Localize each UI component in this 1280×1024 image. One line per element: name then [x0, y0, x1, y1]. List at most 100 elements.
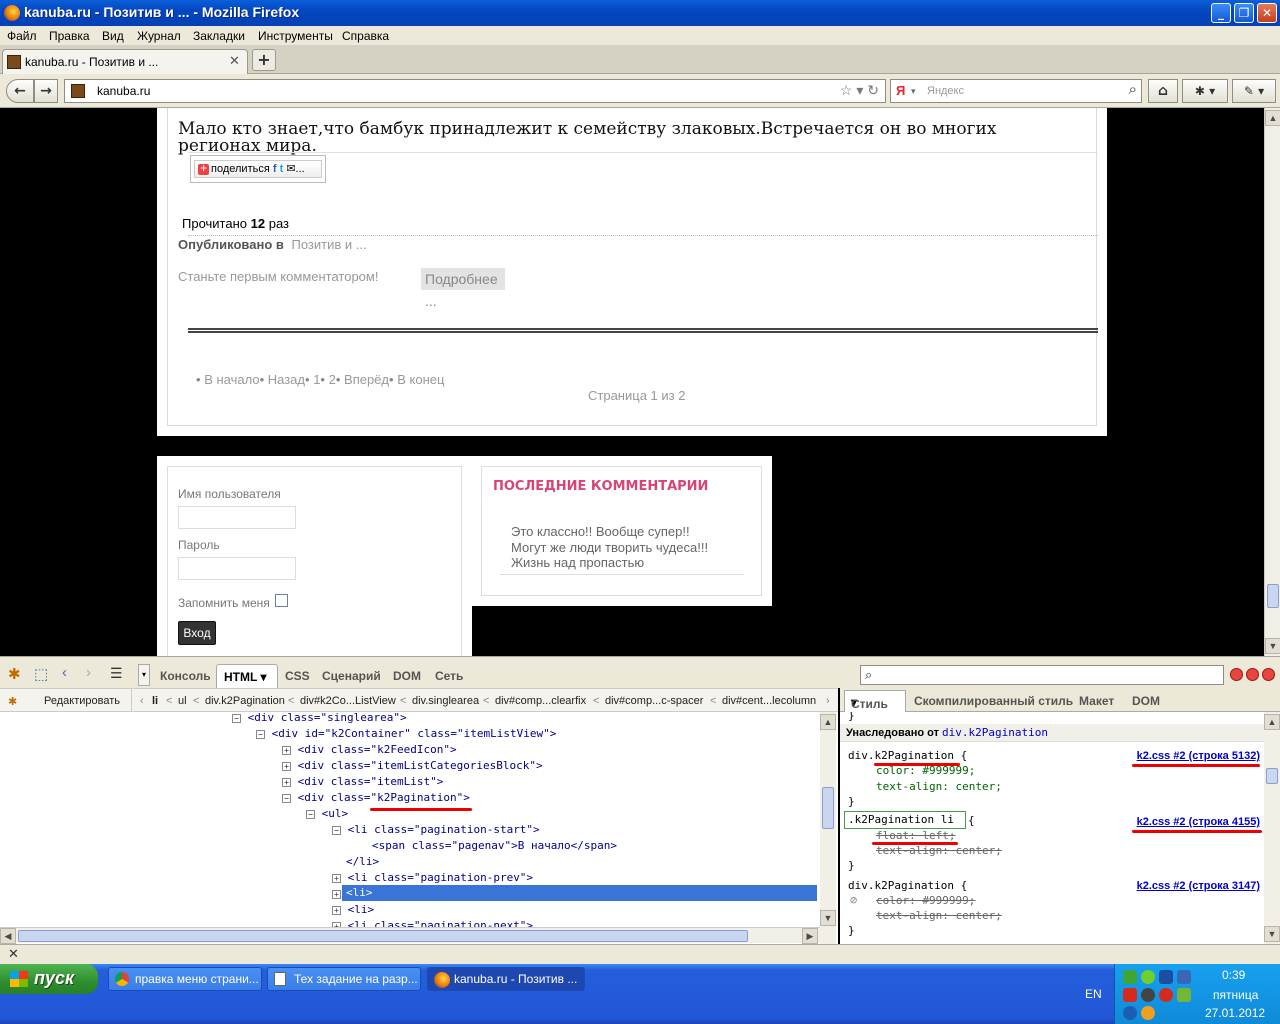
tree-node[interactable]: − <div class="singlearea">: [232, 712, 407, 726]
maximize-button[interactable]: ❐: [1234, 3, 1254, 23]
rule-selector-box[interactable]: .k2Pagination li: [844, 811, 966, 829]
username-field[interactable]: [178, 506, 296, 529]
first-comment-link[interactable]: Станьте первым комментатором!: [178, 269, 378, 284]
firebug-detach-icon[interactable]: [1246, 668, 1259, 681]
breadcrumb-item[interactable]: div.k2Pagination: [205, 695, 285, 707]
tree-node[interactable]: − <div id="k2Container" class="itemListV…: [256, 726, 556, 742]
taskbar-item[interactable]: правка меню страни...: [108, 967, 262, 991]
dropdown-icon[interactable]: ▾: [138, 664, 150, 686]
clock-time[interactable]: 0:39: [1222, 968, 1245, 982]
breadcrumb-item[interactable]: div#comp...clearfix: [495, 695, 586, 707]
browser-tab[interactable]: kanuba.ru - Позитив и ... ✕: [2, 49, 248, 74]
firebug-bug-icon[interactable]: ✱: [8, 665, 21, 683]
tab-layout[interactable]: Макет: [1079, 694, 1114, 708]
tree-node[interactable]: − <li class="pagination-start">: [332, 822, 540, 838]
share-widget[interactable]: + поделиться f t ✉...: [190, 155, 326, 183]
page-scrollbar[interactable]: ▲ ▼: [1264, 108, 1280, 656]
breadcrumb-item[interactable]: div#cent...lecolumn: [722, 695, 816, 707]
tab-script[interactable]: Сценарий: [322, 669, 381, 683]
taskbar-item[interactable]: Тех задание на разр...: [267, 967, 421, 991]
rule-selector[interactable]: div.k2Pagination {: [848, 748, 967, 764]
tools-button[interactable]: ✎ ▾: [1232, 79, 1276, 103]
tab-style[interactable]: Стиль ▾: [844, 690, 906, 712]
menu-edit[interactable]: Правка: [49, 29, 90, 43]
gear-icon[interactable]: [1141, 970, 1155, 984]
nvidia-icon[interactable]: [1177, 988, 1191, 1002]
power-icon[interactable]: [1123, 1006, 1137, 1020]
selected-tree-node[interactable]: <li>: [342, 885, 817, 901]
tree-node[interactable]: + <li class="pagination-prev">: [332, 870, 533, 886]
search-icon[interactable]: ⌕: [1129, 81, 1137, 98]
menu-bookmarks[interactable]: Закладки: [193, 29, 245, 43]
html-tree-hscroll[interactable]: ◀ ▶: [0, 927, 820, 944]
taskbar-item-active[interactable]: kanuba.ru - Позитив ...: [427, 967, 585, 991]
tree-node[interactable]: − <ul>: [306, 806, 348, 822]
dropdown-icon[interactable]: ▾: [856, 82, 863, 98]
tree-node[interactable]: + <li>: [332, 902, 374, 918]
tree-node[interactable]: + <div class="itemList">: [282, 774, 443, 790]
breadcrumb-item[interactable]: div#k2Co...ListView: [300, 695, 396, 707]
menu-tools[interactable]: Инструменты: [258, 29, 333, 43]
scroll-thumb[interactable]: [1266, 768, 1278, 784]
yandex-icon[interactable]: Я: [896, 83, 905, 98]
app-icon[interactable]: [1141, 988, 1155, 1002]
flag-icon[interactable]: [1123, 970, 1137, 984]
remember-checkbox[interactable]: [275, 594, 288, 607]
skype-icon[interactable]: [1141, 1006, 1155, 1020]
tab-close-icon[interactable]: ✕: [229, 53, 240, 69]
forward-button[interactable]: →: [34, 79, 58, 103]
scroll-down-arrow[interactable]: ▼: [1265, 638, 1280, 654]
scroll-down-arrow[interactable]: ▼: [820, 910, 836, 926]
rule-source-link[interactable]: k2.css #2 (строка 5132): [1137, 750, 1260, 762]
style-panel-vscroll[interactable]: ▲ ▼: [1264, 712, 1280, 944]
firebug-close-icon[interactable]: [1262, 668, 1275, 681]
comment-link[interactable]: Жизнь над пропастью: [511, 555, 644, 570]
tab-side-dom[interactable]: DOM: [1132, 694, 1160, 708]
tree-node[interactable]: </li>: [346, 854, 379, 870]
css-property-overridden[interactable]: text-align: center;: [876, 908, 1002, 924]
read-more-button[interactable]: Подробнее ...: [421, 268, 505, 309]
scroll-thumb[interactable]: [822, 787, 834, 829]
scroll-left-arrow[interactable]: ◀: [0, 928, 16, 944]
tab-console[interactable]: Консоль: [160, 669, 211, 683]
engine-dropdown-icon[interactable]: ▾: [911, 86, 916, 97]
scroll-down-arrow[interactable]: ▼: [1264, 926, 1280, 942]
tree-node[interactable]: +: [332, 886, 341, 902]
start-button[interactable]: пуск: [0, 964, 98, 994]
breadcrumb-item[interactable]: li: [152, 695, 158, 707]
login-button[interactable]: Вход: [178, 621, 216, 645]
scroll-up-arrow[interactable]: ▲: [1265, 110, 1280, 126]
css-property-overridden[interactable]: text-align: center;: [876, 843, 1002, 859]
new-tab-button[interactable]: +: [252, 49, 276, 71]
scroll-thumb[interactable]: [1267, 584, 1279, 608]
edit-button[interactable]: Редактировать: [32, 689, 132, 711]
tab-net[interactable]: Сеть: [435, 669, 463, 683]
html-tree-vscroll[interactable]: ▲ ▼: [820, 712, 836, 944]
rule-selector[interactable]: div.k2Pagination {: [848, 878, 967, 894]
tree-node[interactable]: + <div class="itemListCategoriesBlock">: [282, 758, 543, 774]
disabled-icon[interactable]: ⊘: [850, 893, 857, 907]
tab-html[interactable]: HTML ▾: [216, 664, 278, 689]
speaker-icon[interactable]: [1123, 988, 1137, 1002]
tab-css[interactable]: CSS: [285, 669, 310, 683]
breadcrumb-item[interactable]: div#comp...c-spacer: [605, 695, 703, 707]
minimize-button[interactable]: _: [1211, 3, 1231, 23]
tab-dom[interactable]: DOM: [393, 669, 421, 683]
pagination-prev[interactable]: Назад: [268, 372, 305, 387]
breadcrumb-item[interactable]: ul: [178, 695, 187, 707]
tree-node[interactable]: <span class="pagenav">В начало</span>: [372, 838, 617, 854]
password-field[interactable]: [178, 557, 296, 580]
inspect-icon[interactable]: ⬚: [34, 665, 48, 683]
rule-source-link[interactable]: k2.css #2 (строка 3147): [1137, 880, 1260, 892]
close-button[interactable]: ✕: [1257, 3, 1277, 23]
menu-file[interactable]: Файл: [7, 29, 37, 43]
monitor-icon[interactable]: [1177, 970, 1191, 984]
menu-view[interactable]: Вид: [102, 29, 124, 43]
firebug-minimize-icon[interactable]: [1230, 668, 1243, 681]
close-icon[interactable]: ✕: [8, 946, 19, 962]
comment-link[interactable]: Это классно!! Вообще супер!!: [511, 524, 690, 539]
language-indicator[interactable]: EN: [1085, 987, 1102, 1001]
rule-source-link[interactable]: k2.css #2 (строка 4155): [1137, 816, 1260, 828]
menu-help[interactable]: Справка: [342, 29, 389, 43]
pagination-page-2[interactable]: 2: [329, 372, 336, 387]
